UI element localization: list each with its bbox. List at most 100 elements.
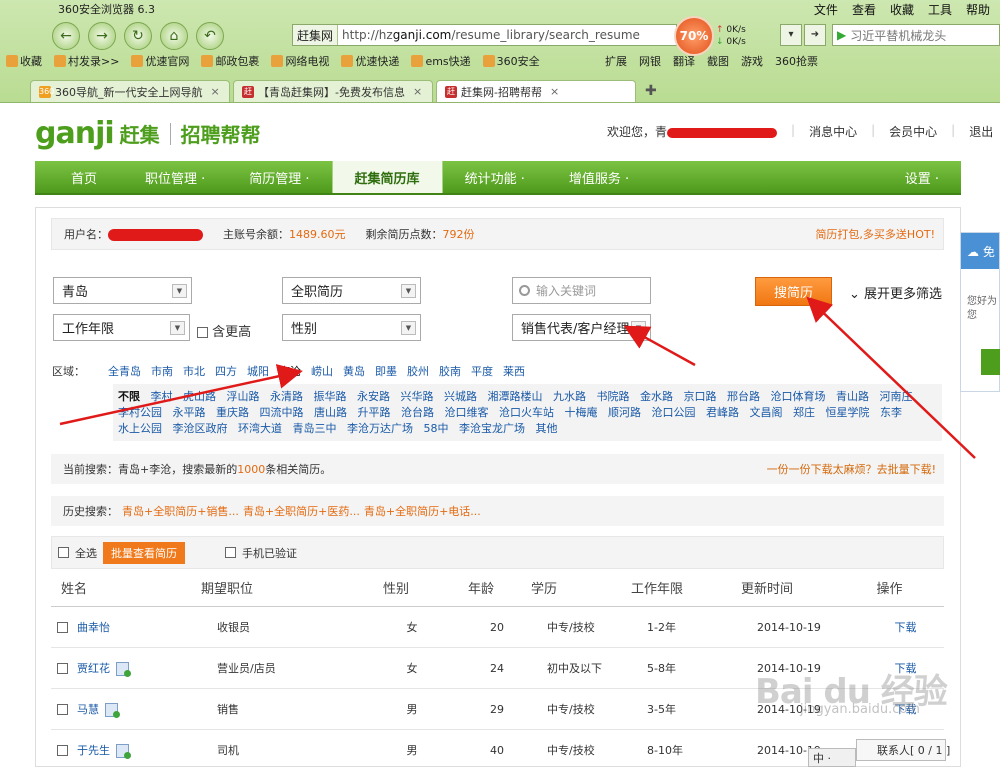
row-checkbox[interactable] xyxy=(57,663,68,674)
include-higher-option[interactable]: 含更高 xyxy=(197,321,251,340)
street-link[interactable]: 升平路 xyxy=(358,406,391,419)
history-item[interactable]: 青岛+全职简历+电话... xyxy=(364,503,481,519)
district-link[interactable]: 即墨 xyxy=(375,363,397,379)
street-link[interactable]: 沧口体育场 xyxy=(771,390,826,403)
address-dropdown-button[interactable]: ▾ xyxy=(780,24,802,46)
district-link[interactable]: 市北 xyxy=(183,363,205,379)
fav-item[interactable]: 收藏 xyxy=(6,53,42,69)
street-link[interactable]: 唐山路 xyxy=(314,406,347,419)
close-icon[interactable]: × xyxy=(550,85,559,98)
district-link[interactable]: 平度 xyxy=(471,363,493,379)
candidate-name-link[interactable]: 贾红花 xyxy=(77,662,110,675)
browser-search-input[interactable]: ▶ 习近平替机械龙头 xyxy=(832,24,1000,46)
fav-item[interactable]: 村发录>> xyxy=(54,53,119,69)
ext-item[interactable]: 扩展 xyxy=(605,53,627,69)
side-card-button[interactable] xyxy=(981,349,1000,375)
city-select[interactable]: 青岛 ▼ xyxy=(53,277,192,304)
street-link[interactable]: 书院路 xyxy=(597,390,630,403)
more-filters-toggle[interactable]: ⌄ 展开更多筛选 xyxy=(849,283,942,302)
street-link[interactable]: 永安路 xyxy=(357,390,390,403)
fav-item[interactable]: 邮政包裹 xyxy=(201,53,259,69)
street-link[interactable]: 湘潭路楼山 xyxy=(488,390,543,403)
district-link[interactable]: 全青岛 xyxy=(108,363,141,379)
street-link[interactable]: 李沧区政府 xyxy=(173,422,228,435)
street-link[interactable]: 水上公园 xyxy=(118,422,162,435)
batch-view-button[interactable]: 批量查看简历 xyxy=(103,541,185,564)
menu-favorites[interactable]: 收藏 xyxy=(890,1,914,18)
candidate-name-link[interactable]: 于先生 xyxy=(77,744,110,757)
refresh-button[interactable]: ↻ xyxy=(124,22,152,50)
fav-item[interactable]: ems快递 xyxy=(411,53,471,69)
new-tab-button[interactable]: ✚ xyxy=(645,83,657,102)
tab-ganji-recruit[interactable]: 赶 赶集网-招聘帮帮 × xyxy=(436,80,636,102)
download-link[interactable]: 下载 xyxy=(895,621,917,634)
candidate-name-link[interactable]: 曲幸怡 xyxy=(77,621,110,634)
nav-home[interactable]: 首页 xyxy=(35,161,123,193)
message-center-link[interactable]: 消息中心 xyxy=(809,123,857,140)
job-category-select[interactable]: 销售代表/客户经理 ▼ xyxy=(512,314,651,341)
side-chat-card[interactable]: ☁ 免 您好为您 xyxy=(960,232,1000,392)
district-link-selected[interactable]: 李沧 xyxy=(279,363,301,379)
street-link[interactable]: 东李 xyxy=(880,406,902,419)
street-link[interactable]: 十梅庵 xyxy=(565,406,598,419)
street-link[interactable]: 李村 xyxy=(151,390,173,403)
member-center-link[interactable]: 会员中心 xyxy=(889,123,937,140)
district-link[interactable]: 莱西 xyxy=(503,363,525,379)
nav-value-added[interactable]: 增值服务 · xyxy=(547,161,651,193)
street-link[interactable]: 李沧宝龙广场 xyxy=(459,422,525,435)
nav-resume-management[interactable]: 简历管理 · xyxy=(227,161,331,193)
nav-job-management[interactable]: 职位管理 · xyxy=(123,161,227,193)
tab-360-nav[interactable]: 360 360导航_新一代安全上网导航 × xyxy=(30,80,230,102)
street-link[interactable]: 京口路 xyxy=(684,390,717,403)
ext-item[interactable]: 截图 xyxy=(707,53,729,69)
batch-download-link[interactable]: 一份一份下载太麻烦？去批量下载! xyxy=(767,461,944,477)
street-link[interactable]: 邢台路 xyxy=(727,390,760,403)
address-bar[interactable]: 赶集网 http://hzganji.com/resume_library/se… xyxy=(292,24,677,46)
candidate-name-link[interactable]: 马慧 xyxy=(77,703,99,716)
history-item[interactable]: 青岛+全职简历+医药... xyxy=(243,503,360,519)
street-link[interactable]: 沧口公园 xyxy=(652,406,696,419)
district-link[interactable]: 胶南 xyxy=(439,363,461,379)
district-link[interactable]: 四方 xyxy=(215,363,237,379)
speed-meter[interactable]: 70% xyxy=(674,16,714,56)
site-logo[interactable]: ganji 赶集 招聘帮帮 xyxy=(35,116,261,151)
street-link[interactable]: 58中 xyxy=(424,422,449,435)
logout-link[interactable]: 退出 xyxy=(969,123,993,140)
street-link[interactable]: 恒星学院 xyxy=(826,406,870,419)
street-link[interactable]: 永清路 xyxy=(270,390,303,403)
street-link[interactable]: 顺河路 xyxy=(608,406,641,419)
row-checkbox[interactable] xyxy=(57,622,68,633)
street-link[interactable]: 其他 xyxy=(536,422,558,435)
street-link[interactable]: 九水路 xyxy=(553,390,586,403)
gender-select[interactable]: 性别 ▼ xyxy=(282,314,421,341)
district-link[interactable]: 崂山 xyxy=(311,363,333,379)
street-link[interactable]: 青山路 xyxy=(836,390,869,403)
home-button[interactable]: ⌂ xyxy=(160,22,188,50)
street-link[interactable]: 李沧万达广场 xyxy=(347,422,413,435)
street-link[interactable]: 虎山路 xyxy=(183,390,216,403)
street-link[interactable]: 重庆路 xyxy=(216,406,249,419)
go-button[interactable]: ➜ xyxy=(804,24,826,46)
menu-help[interactable]: 帮助 xyxy=(966,1,990,18)
ext-item[interactable]: 翻译 xyxy=(673,53,695,69)
ext-item[interactable]: 360抢票 xyxy=(775,53,818,69)
street-link[interactable]: 君峰路 xyxy=(706,406,739,419)
nav-settings[interactable]: 设置 · xyxy=(883,161,961,193)
street-link[interactable]: 四流中路 xyxy=(260,406,304,419)
street-link[interactable]: 金水路 xyxy=(640,390,673,403)
back-button[interactable]: ← xyxy=(52,22,80,50)
street-link[interactable]: 沧台路 xyxy=(401,406,434,419)
street-link[interactable]: 振华路 xyxy=(314,390,347,403)
resume-type-select[interactable]: 全职简历 ▼ xyxy=(282,277,421,304)
work-years-select[interactable]: 工作年限 ▼ xyxy=(53,314,190,341)
street-link[interactable]: 浮山路 xyxy=(227,390,260,403)
ime-toolbar[interactable]: 中 · xyxy=(808,748,856,767)
close-icon[interactable]: × xyxy=(413,85,422,98)
nav-statistics[interactable]: 统计功能 · xyxy=(443,161,547,193)
fav-item[interactable]: 网络电视 xyxy=(271,53,329,69)
district-link[interactable]: 城阳 xyxy=(247,363,269,379)
street-link[interactable]: 青岛三中 xyxy=(293,422,337,435)
include-higher-checkbox[interactable] xyxy=(197,327,208,338)
menu-view[interactable]: 查看 xyxy=(852,1,876,18)
street-link[interactable]: 文昌阁 xyxy=(750,406,783,419)
